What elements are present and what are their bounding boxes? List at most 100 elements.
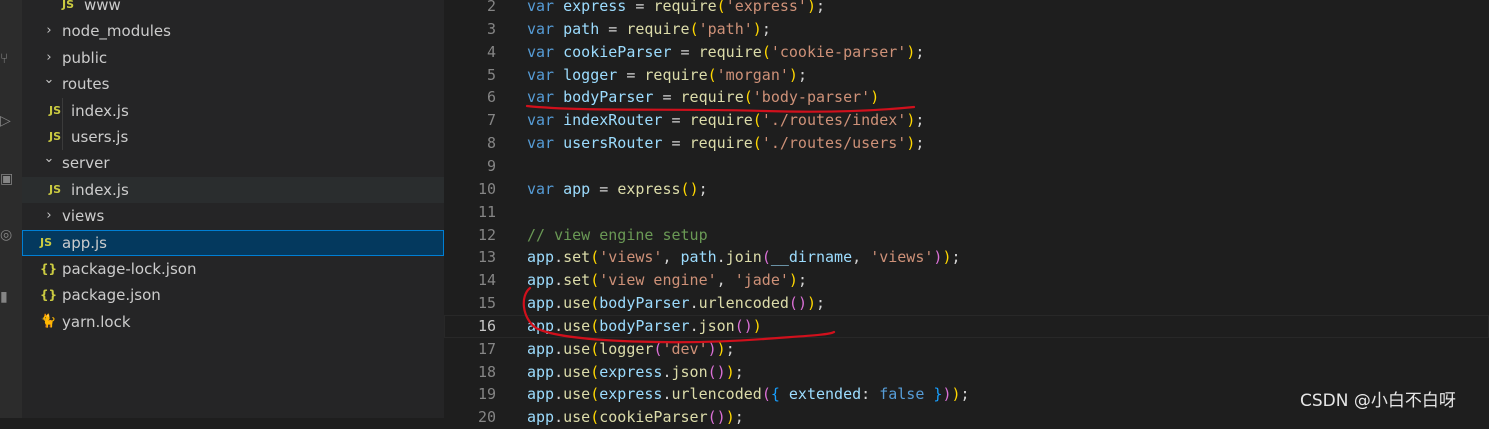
code-line[interactable]: 7 var indexRouter = require('./routes/ind… — [444, 109, 1489, 132]
folder-item[interactable]: ⌄ routes — [22, 71, 444, 97]
file-item[interactable]: 🐈 yarn.lock — [22, 309, 444, 335]
code-token: ) — [752, 19, 762, 38]
code-line[interactable]: 12 // view engine setup — [444, 224, 1489, 247]
code-line[interactable]: 3 var path = require('path'); — [444, 18, 1489, 41]
code-token: path — [680, 248, 717, 267]
code-token: ) — [797, 294, 807, 313]
code-line[interactable]: 17 app.use(logger('dev')); — [444, 338, 1489, 361]
code-token: ( — [752, 111, 762, 130]
code-line[interactable]: 9 — [444, 155, 1489, 178]
code-text: var logger = require('morgan'); — [527, 64, 807, 87]
code-editor[interactable]: 20 app.use(cookieParser()); 19 app.use(expr… — [444, 0, 1489, 426]
chevron-down-icon[interactable]: ⌄ — [42, 146, 56, 172]
file-item[interactable]: {} package-lock.json — [22, 256, 444, 282]
file-name-label: views — [62, 207, 105, 226]
code-token: express — [563, 0, 627, 15]
code-token: json — [698, 316, 735, 335]
code-line[interactable]: 10 var app = express(); — [444, 178, 1489, 201]
code-token: json — [671, 362, 708, 381]
code-line[interactable]: 8 var usersRouter = require('./routes/use… — [444, 132, 1489, 155]
file-item[interactable]: JS index.js — [22, 176, 444, 203]
code-token: 'path' — [698, 19, 753, 38]
extensions-icon[interactable]: ▣ — [0, 170, 14, 188]
file-item[interactable]: JS app.js — [22, 229, 444, 256]
code-token: ; — [915, 111, 925, 130]
code-line[interactable]: 14 app.set('view engine', 'jade'); — [444, 269, 1489, 292]
file-name-label: public — [62, 48, 108, 67]
code-line[interactable]: 11 — [444, 201, 1489, 224]
code-token: cookieParser — [563, 42, 672, 61]
file-name-label: www — [84, 0, 121, 14]
file-name-label: package-lock.json — [62, 260, 197, 278]
code-token: ; — [698, 179, 708, 198]
file-name-label: routes — [62, 75, 110, 94]
code-line[interactable]: 18 app.use(express.json()); — [444, 361, 1489, 384]
code-token: ) — [716, 408, 726, 427]
code-token: 'body-parser' — [752, 88, 871, 107]
js-file-icon: JS — [62, 0, 75, 11]
code-token: ( — [752, 134, 762, 153]
code-token: ; — [960, 385, 970, 404]
code-token: , — [716, 271, 735, 290]
code-text: app.use(bodyParser.json()) — [527, 315, 762, 338]
code-line[interactable]: 4 var cookieParser = require('cookie-pars… — [444, 41, 1489, 64]
line-number: 7 — [486, 111, 496, 130]
code-token: ; — [951, 248, 961, 267]
folder-item[interactable]: › node_modules — [22, 18, 444, 44]
code-text: var usersRouter = require('./routes/user… — [527, 132, 924, 155]
line-number: 19 — [477, 385, 496, 404]
code-token: ( — [707, 408, 717, 427]
code-line[interactable]: 15 app.use(bodyParser.urlencoded()); — [444, 292, 1489, 315]
code-line[interactable]: 2 var express = require('express'); — [444, 0, 1489, 18]
code-token: ) — [906, 134, 916, 153]
js-file-icon: JS — [40, 235, 53, 249]
code-token: 'dev' — [662, 339, 708, 358]
code-token: ) — [906, 42, 916, 61]
code-token: use — [563, 294, 591, 313]
code-line[interactable]: 5 var logger = require('morgan'); — [444, 64, 1489, 87]
file-item[interactable]: JS index.js — [22, 98, 444, 124]
folder-item[interactable]: ⌄ server — [22, 150, 444, 176]
remote-icon[interactable]: ◎ — [0, 226, 14, 244]
code-token: : — [861, 385, 880, 404]
file-item[interactable]: JS www — [22, 0, 444, 18]
chevron-right-icon[interactable]: › — [42, 18, 56, 44]
chevron-down-icon[interactable]: ⌄ — [42, 67, 56, 93]
code-token: ( — [590, 248, 600, 267]
code-line[interactable]: 16 app.use(bodyParser.json()) — [444, 314, 1489, 338]
docker-icon[interactable]: ▮ — [0, 288, 14, 306]
code-token: ( — [689, 19, 699, 38]
activity-bar: ⑂ ▷ ▣ ◎ ▮ — [0, 0, 22, 418]
chevron-right-icon[interactable]: › — [42, 203, 56, 229]
code-token: 'view engine' — [599, 271, 717, 290]
code-token: require — [689, 134, 753, 153]
code-token: express — [599, 362, 663, 381]
code-token: , — [852, 248, 871, 267]
code-token: . — [554, 362, 564, 381]
code-token: ( — [761, 42, 771, 61]
code-line[interactable]: 6 var bodyParser = require('body-parser') — [444, 86, 1489, 109]
code-token: join — [725, 248, 762, 267]
json-file-icon: {} — [40, 262, 58, 276]
file-item[interactable]: JS users.js — [22, 124, 444, 150]
source-control-icon[interactable]: ⑂ — [0, 50, 14, 68]
file-item[interactable]: {} package.json — [22, 282, 444, 308]
code-token: bodyParser — [599, 294, 690, 313]
code-token: . — [554, 385, 564, 404]
code-token: __dirname — [770, 248, 853, 267]
folder-item[interactable]: › views — [22, 203, 444, 229]
code-token: app — [527, 339, 555, 358]
run-debug-icon[interactable]: ▷ — [0, 112, 14, 130]
code-text: var path = require('path'); — [527, 18, 771, 41]
code-token: ( — [761, 385, 771, 404]
code-token: ) — [906, 111, 916, 130]
code-text: var app = express(); — [527, 178, 708, 201]
code-line[interactable]: 13 app.set('views', path.join(__dirname, … — [444, 246, 1489, 269]
folder-item[interactable]: › public — [22, 45, 444, 71]
code-token: app — [527, 385, 555, 404]
code-text: app.use(express.json()); — [527, 361, 744, 384]
